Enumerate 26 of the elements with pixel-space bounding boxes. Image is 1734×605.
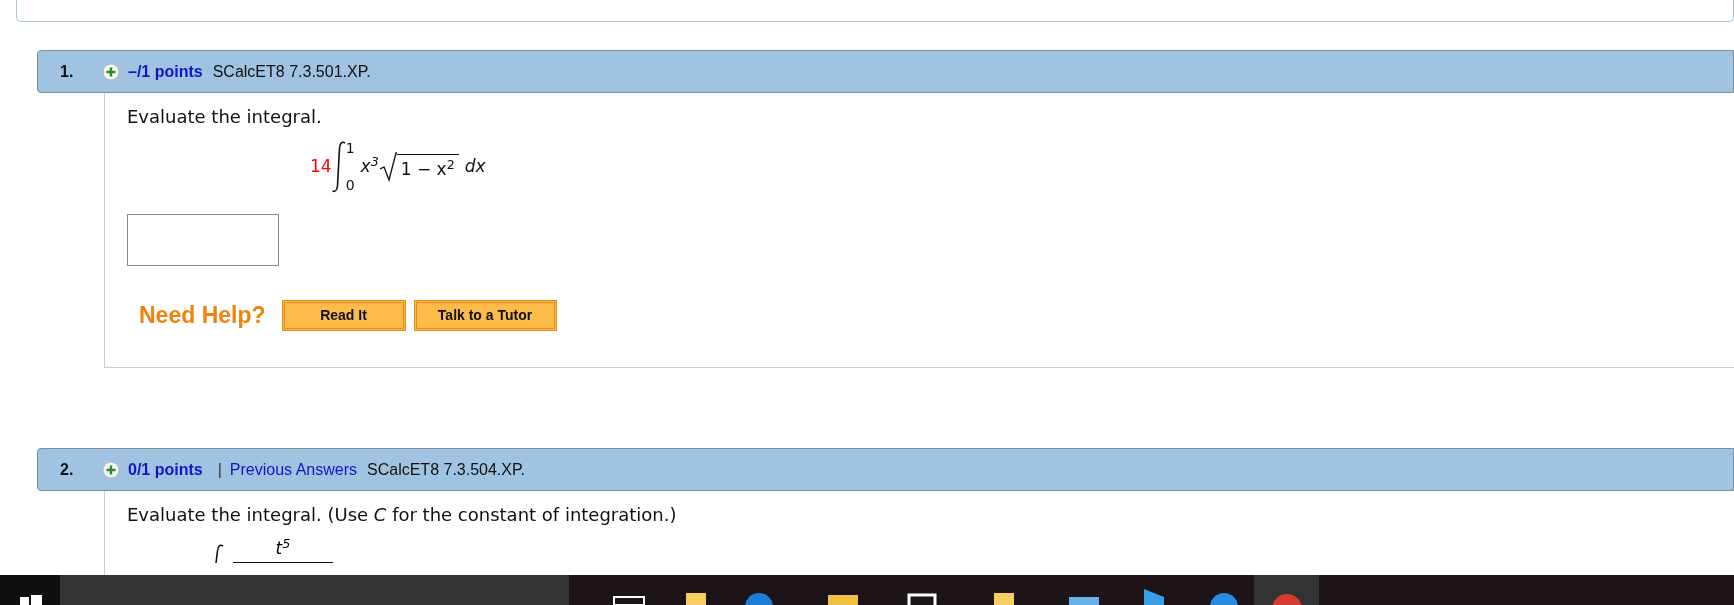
problem-code: SCalcET8 7.3.504.XP. [367, 459, 526, 480]
windows-start-icon[interactable] [0, 575, 60, 605]
question-number: 2. [60, 459, 75, 480]
help-button[interactable]: Read It [281, 299, 406, 331]
radicand: 1 − x$^{2}$ [396, 154, 459, 183]
fraction-numerator: t$^{5}$ [233, 536, 333, 563]
coefficient: 14 [310, 155, 332, 179]
question-prompt: Evaluate the integral. [127, 105, 323, 129]
problem-code: SCalcET8 7.3.501.XP. [212, 61, 371, 82]
points-label: 0/1 points [128, 459, 203, 480]
add-icon[interactable] [102, 460, 120, 479]
help-button[interactable]: Talk to a Tutor [413, 299, 557, 331]
radical-sign-icon [378, 152, 397, 182]
need-help-label: Need Help? [139, 301, 266, 330]
previous-answers-link[interactable]: Previous Answers [229, 457, 357, 482]
question-number: 1. [60, 61, 75, 82]
points-label: –/1 points [128, 61, 203, 82]
upper-limit: 1 [345, 139, 355, 158]
integrand-factor: x$^{3}$ [360, 154, 379, 179]
lower-limit: 0 [345, 176, 355, 195]
integral-sign-icon [331, 140, 348, 194]
differential: dx [464, 155, 486, 179]
answer-field[interactable] [127, 214, 279, 266]
question-prompt: Evaluate the integral. (Use C for the constant of integration.) [127, 503, 678, 527]
add-icon[interactable] [102, 62, 120, 81]
separator: | [217, 459, 222, 480]
